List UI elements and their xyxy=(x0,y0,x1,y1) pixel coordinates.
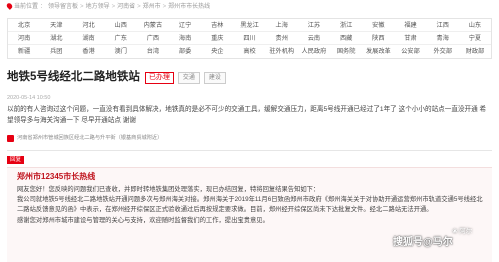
region-link[interactable]: 辽宁 xyxy=(169,19,201,31)
region-link[interactable]: 浙江 xyxy=(330,19,362,31)
category-tag-traffic[interactable]: 交通 xyxy=(177,71,200,84)
location-pin-icon xyxy=(5,2,14,10)
region-navigation: 北京 天津 河北 山西 内蒙古 辽宁 吉林 黑龙江 上海 江苏 浙江 安徽 福建… xyxy=(7,18,492,59)
region-link[interactable]: 广西 xyxy=(137,32,169,44)
breadcrumb-current-label: 当前位置 xyxy=(14,4,39,10)
reply-paragraph: 网友您好！您反映的问题我们已查收，并即时转地铁集团处理落实，现已办结回复，特将回… xyxy=(17,186,320,193)
breadcrumb: 当前位置：领导留言板 > 地方领导 > 河南省 > 郑州市 > 郑州市市长热线 xyxy=(5,2,210,11)
breadcrumb-link-hotline[interactable]: 郑州市市长热线 xyxy=(168,4,210,10)
region-link[interactable]: 天津 xyxy=(40,19,72,31)
region-link[interactable]: 湖北 xyxy=(40,32,72,44)
reply-paragraph: 我公司就地铁5号线经北二路地铁站开通问题多次与郑州海关对接。郑州海关于2019年… xyxy=(17,196,483,214)
watermark-text: 搜狐号@马尔 xyxy=(393,237,453,248)
region-link[interactable]: 上海 xyxy=(266,19,298,31)
region-link[interactable]: 台湾 xyxy=(137,45,169,58)
message-location: 河南省郑州市管城回族区经北二路与升平街（银基商贸城附近） xyxy=(7,135,162,142)
region-link[interactable]: 澳门 xyxy=(105,45,137,58)
watermark-logo: ❀ 阿尔 xyxy=(452,228,473,235)
reply-organization: 郑州市12345市长热线 xyxy=(17,172,96,181)
message-body: 以前的有人咨询过这个问题，一直没有看到具体解决，地铁真的是必不可少的交通工具，缓… xyxy=(7,106,487,124)
region-link[interactable]: 宁夏 xyxy=(459,32,491,44)
breadcrumb-link-province[interactable]: 河南省 xyxy=(117,4,135,10)
breadcrumb-link-local-leaders[interactable]: 地方领导 xyxy=(86,4,110,10)
message-meta: 2020-05-14 10:50 xyxy=(7,95,51,101)
region-row: 新疆 兵团 香港 澳门 台湾 部委 央企 高校 驻外机构 人民政府 国务院 发展… xyxy=(8,45,491,58)
region-link[interactable]: 重庆 xyxy=(201,32,233,44)
region-link[interactable]: 外交部 xyxy=(427,45,459,58)
breadcrumb-link-city[interactable]: 郑州市 xyxy=(143,4,161,10)
region-link[interactable]: 云南 xyxy=(298,32,330,44)
region-link[interactable]: 央企 xyxy=(201,45,233,58)
region-link[interactable]: 河北 xyxy=(72,19,104,31)
region-link[interactable]: 甘肃 xyxy=(394,32,426,44)
region-link[interactable]: 公安部 xyxy=(394,45,426,58)
region-link[interactable]: 国务院 xyxy=(330,45,362,58)
section-divider xyxy=(7,150,492,151)
region-link[interactable]: 江西 xyxy=(427,19,459,31)
region-link[interactable]: 黑龙江 xyxy=(233,19,265,31)
region-link[interactable]: 安徽 xyxy=(362,19,394,31)
region-link[interactable]: 福建 xyxy=(394,19,426,31)
reply-paragraph: 感谢您对郑州市城市建设与管理的关心与支持，欢迎随时监督我们的工作，提出宝贵意见。 xyxy=(17,216,269,224)
region-link[interactable]: 山西 xyxy=(105,19,137,31)
region-link[interactable]: 贵州 xyxy=(266,32,298,44)
region-link[interactable]: 西藏 xyxy=(330,32,362,44)
region-link[interactable]: 新疆 xyxy=(8,45,40,58)
message-header: 地铁5号线经北二路地铁站 已办理 交通 建设 xyxy=(7,70,226,86)
reply-body: 网友您好！您反映的问题我们已查收，并即时转地铁集团处理落实，现已办结回复，特将回… xyxy=(17,185,485,226)
reply-label: 回复 xyxy=(7,156,25,164)
region-link[interactable]: 高校 xyxy=(233,45,265,58)
region-link[interactable]: 四川 xyxy=(233,32,265,44)
message-title: 地铁5号线经北二路地铁站 xyxy=(7,71,140,83)
region-link[interactable]: 部委 xyxy=(169,45,201,58)
region-link[interactable]: 青海 xyxy=(427,32,459,44)
region-link[interactable]: 发展改革 xyxy=(362,45,394,58)
location-text: 河南省郑州市管城回族区经北二路与升平街（银基商贸城附近） xyxy=(17,135,163,141)
region-row: 北京 天津 河北 山西 内蒙古 辽宁 吉林 黑龙江 上海 江苏 浙江 安徽 福建… xyxy=(8,19,491,32)
status-badge: 已办理 xyxy=(144,71,174,84)
region-link[interactable]: 广东 xyxy=(105,32,137,44)
category-tag-construction[interactable]: 建设 xyxy=(203,71,226,84)
region-link[interactable]: 山东 xyxy=(459,19,491,31)
region-link[interactable]: 吉林 xyxy=(201,19,233,31)
region-link[interactable]: 人民政府 xyxy=(298,45,330,58)
region-link[interactable]: 北京 xyxy=(8,19,40,31)
region-link[interactable]: 财政部 xyxy=(459,45,491,58)
region-row: 河南 湖北 湖南 广东 广西 海南 重庆 四川 贵州 云南 西藏 陕西 甘肃 青… xyxy=(8,32,491,45)
region-link[interactable]: 内蒙古 xyxy=(137,19,169,31)
breadcrumb-link-board[interactable]: 领导留言板 xyxy=(48,4,78,10)
region-link[interactable]: 驻外机构 xyxy=(266,45,298,58)
region-link[interactable]: 江苏 xyxy=(298,19,330,31)
region-link[interactable]: 香港 xyxy=(72,45,104,58)
region-link[interactable]: 兵团 xyxy=(40,45,72,58)
region-link[interactable]: 海南 xyxy=(169,32,201,44)
region-link[interactable]: 陕西 xyxy=(362,32,394,44)
location-icon xyxy=(7,135,14,142)
region-link[interactable]: 湖南 xyxy=(72,32,104,44)
region-link[interactable]: 河南 xyxy=(8,32,40,44)
